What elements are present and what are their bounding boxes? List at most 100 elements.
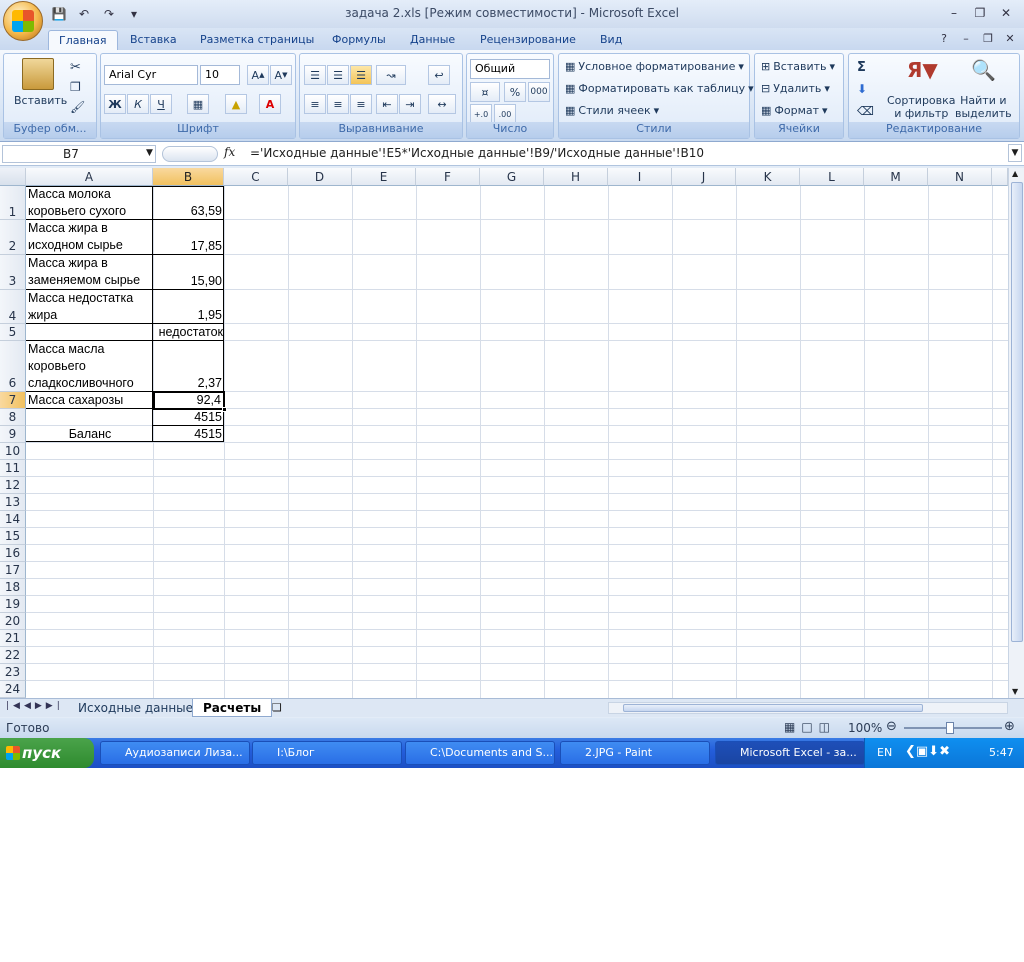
column-header-a[interactable]: A [26,168,153,186]
sheet-tab-source-data[interactable]: Исходные данные [68,699,203,717]
row-header-15[interactable]: 15 [0,528,26,545]
row-header-16[interactable]: 16 [0,545,26,562]
tab-view[interactable]: Вид [590,30,632,50]
bold-button[interactable]: Ж [104,94,126,114]
delete-cells-button[interactable]: ⊟ Удалить ▾ [761,82,830,95]
row-header-21[interactable]: 21 [0,630,26,647]
insert-cells-button[interactable]: ⊞ Вставить ▾ [761,60,835,73]
tab-review[interactable]: Рецензирование [470,30,586,50]
help-icon[interactable]: ? [936,30,952,46]
taskbar-item-excel[interactable]: Microsoft Excel - за... [715,741,865,765]
formula-input[interactable]: ='Исходные данные'!E5*'Исходные данные'!… [246,145,1006,163]
row-header-19[interactable]: 19 [0,596,26,613]
autosum-button[interactable]: Σ [857,60,866,75]
format-painter-icon[interactable]: 🖌 [70,100,85,114]
decrease-decimal-icon[interactable]: .00 [494,104,516,124]
merge-center-icon[interactable]: ↔ [428,94,456,114]
column-header-l[interactable]: L [800,168,864,186]
vertical-scroll-thumb[interactable] [1011,182,1023,642]
worksheet-grid[interactable]: A B C D E F G H I J K L M N 1 2 3 4 5 6 … [0,168,1008,698]
horizontal-scroll-thumb[interactable] [623,704,923,712]
align-middle-icon[interactable]: ☰ [327,65,349,85]
row-header-14[interactable]: 14 [0,511,26,528]
decrease-indent-icon[interactable]: ⇤ [376,94,398,114]
select-all-corner[interactable] [0,168,26,186]
column-header-c[interactable]: C [224,168,288,186]
row-header-5[interactable]: 5 [0,324,26,341]
fill-icon[interactable]: ⬇ [857,82,867,96]
zoom-level[interactable]: 100% [848,721,882,735]
view-buttons-icon[interactable]: ▦□◫ [784,720,836,734]
taskbar-item-browser[interactable]: Аудиозаписи Лиза... [100,741,250,765]
column-header-h[interactable]: H [544,168,608,186]
column-header-m[interactable]: M [864,168,928,186]
close-icon[interactable]: ✕ [994,3,1018,23]
row-header-7[interactable]: 7 [0,392,26,409]
column-header-partial[interactable] [992,168,1008,186]
cell-a6[interactable]: Масса масла коровьего сладкосливочного [28,341,152,392]
find-select-button[interactable]: Найти и выделить [955,94,1012,120]
cell-styles-button[interactable]: ▦ Стили ячеек ▾ [565,104,659,117]
column-header-d[interactable]: D [288,168,352,186]
sheet-nav-icons[interactable]: |◀◀▶▶| [6,701,64,711]
close-workbook-icon[interactable]: ✕ [1002,30,1018,46]
minimize-icon[interactable]: – [942,3,966,23]
orientation-icon[interactable]: ↝ [376,65,406,85]
clear-icon[interactable]: ⌫ [857,104,874,118]
column-header-f[interactable]: F [416,168,480,186]
thousands-button[interactable]: 000 [528,82,550,102]
borders-icon[interactable]: ▦ [187,94,209,114]
align-top-icon[interactable]: ☰ [304,65,326,85]
taskbar-item-folder-blog[interactable]: I:\Блог [252,741,402,765]
minimize-workbook-icon[interactable]: – [958,30,974,46]
taskbar-item-paint[interactable]: 2.JPG - Paint [560,741,710,765]
row-header-12[interactable]: 12 [0,477,26,494]
row-header-24[interactable]: 24 [0,681,26,698]
row-header-10[interactable]: 10 [0,443,26,460]
align-bottom-icon[interactable]: ☰ [350,65,372,85]
format-cells-button[interactable]: ▦ Формат ▾ [761,104,828,117]
cell-a7[interactable]: Масса сахарозы [28,392,152,409]
row-header-17[interactable]: 17 [0,562,26,579]
tray-icons[interactable]: ❮▣⬇✖ [905,744,950,759]
restore-icon[interactable]: ❐ [968,3,992,23]
cell-a2[interactable]: Масса жира в исходном сырье [28,220,152,255]
row-header-2[interactable]: 2 [0,220,26,255]
row-header-11[interactable]: 11 [0,460,26,477]
name-box[interactable]: B7 [2,145,156,163]
paste-icon[interactable] [22,58,54,90]
cell-b1[interactable]: 63,59 [154,203,222,220]
tab-data[interactable]: Данные [400,30,465,50]
fill-handle[interactable] [222,407,227,412]
format-as-table-button[interactable]: ▦ Форматировать как таблицу ▾ [565,82,754,95]
shrink-font-icon[interactable]: A ▼ [270,65,292,85]
tab-formulas[interactable]: Формулы [322,30,396,50]
scroll-up-icon[interactable]: ▲ [1012,169,1018,178]
sheet-tab-calculations[interactable]: Расчеты [192,699,273,717]
font-color-icon[interactable]: A [259,94,281,114]
cell-b7-selected[interactable]: 92,4 [153,391,225,410]
sort-filter-icon[interactable]: Я▼ [907,58,938,82]
row-header-6[interactable]: 6 [0,341,26,392]
column-header-e[interactable]: E [352,168,416,186]
font-name-combo[interactable]: Arial Cyr [104,65,198,85]
row-header-18[interactable]: 18 [0,579,26,596]
increase-indent-icon[interactable]: ⇥ [399,94,421,114]
grow-font-icon[interactable]: A ▲ [247,65,269,85]
row-header-1[interactable]: 1 [0,186,26,220]
zoom-slider-thumb[interactable] [946,722,954,734]
zoom-out-icon[interactable]: ⊖ [886,719,897,734]
row-header-8[interactable]: 8 [0,409,26,426]
name-box-dropdown-icon[interactable]: ▼ [146,148,153,158]
paste-button[interactable]: Вставить [14,94,67,107]
tab-page-layout[interactable]: Разметка страницы [190,30,324,50]
currency-icon[interactable]: ¤ [470,82,500,102]
percent-button[interactable]: % [504,82,526,102]
column-header-n[interactable]: N [928,168,992,186]
tab-insert[interactable]: Вставка [120,30,187,50]
underline-button[interactable]: Ч [150,94,172,114]
cell-b4[interactable]: 1,95 [154,307,222,324]
row-header-3[interactable]: 3 [0,255,26,290]
language-indicator[interactable]: EN [877,746,892,759]
insert-sheet-icon[interactable]: ❏ [272,701,282,714]
